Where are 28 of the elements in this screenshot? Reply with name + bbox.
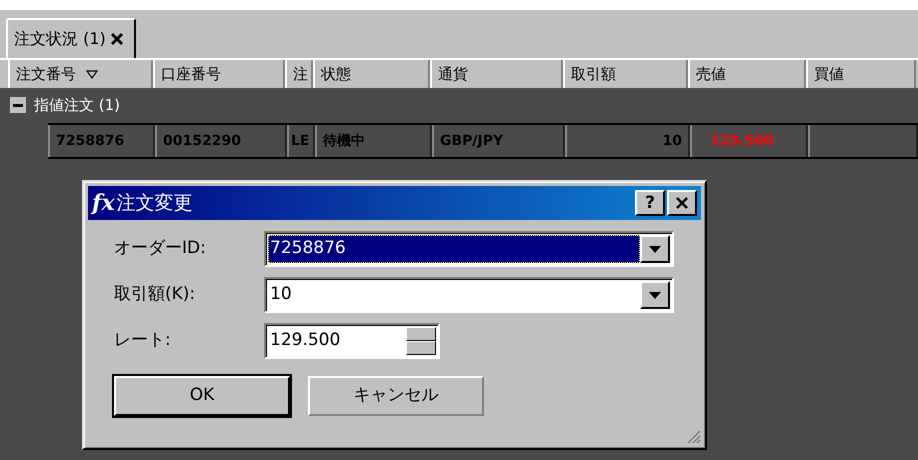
table-cell: LE: [287, 125, 315, 157]
table-cell: 待機中: [315, 125, 432, 157]
collapse-toggle[interactable]: [10, 97, 26, 113]
combo-box[interactable]: 7258876: [264, 231, 674, 267]
close-icon[interactable]: [110, 32, 124, 46]
field-label: オーダーID:: [114, 237, 207, 260]
combo-box[interactable]: 10: [264, 277, 674, 313]
help-button[interactable]: ?: [635, 190, 665, 216]
close-button[interactable]: [667, 190, 697, 216]
tab[interactable]: 注文状況 (1): [6, 18, 136, 58]
ok-button[interactable]: OK: [114, 376, 290, 416]
sort-icon: [86, 70, 98, 78]
table-cell: 00152290: [155, 125, 287, 157]
spin-field[interactable]: 129.500: [264, 323, 440, 359]
field-label: レート:: [114, 329, 172, 352]
table-cell: 10: [565, 125, 690, 157]
cancel-button[interactable]: キャンセル: [308, 376, 484, 416]
close-icon[interactable]: [675, 197, 689, 209]
app-icon: fx: [92, 192, 115, 214]
group-label: 指値注文 (1): [34, 94, 120, 116]
table-cell: GBP/JPY: [432, 125, 565, 157]
table-cell: 7258876: [48, 125, 155, 157]
field-label: 取引額(K):: [114, 283, 196, 306]
dialog-title: 注文変更: [116, 190, 194, 216]
resize-grip-icon[interactable]: [685, 428, 701, 444]
table-cell: 129.500: [690, 125, 808, 157]
spin-buttons[interactable]: [406, 327, 436, 355]
minus-icon[interactable]: [13, 104, 23, 106]
